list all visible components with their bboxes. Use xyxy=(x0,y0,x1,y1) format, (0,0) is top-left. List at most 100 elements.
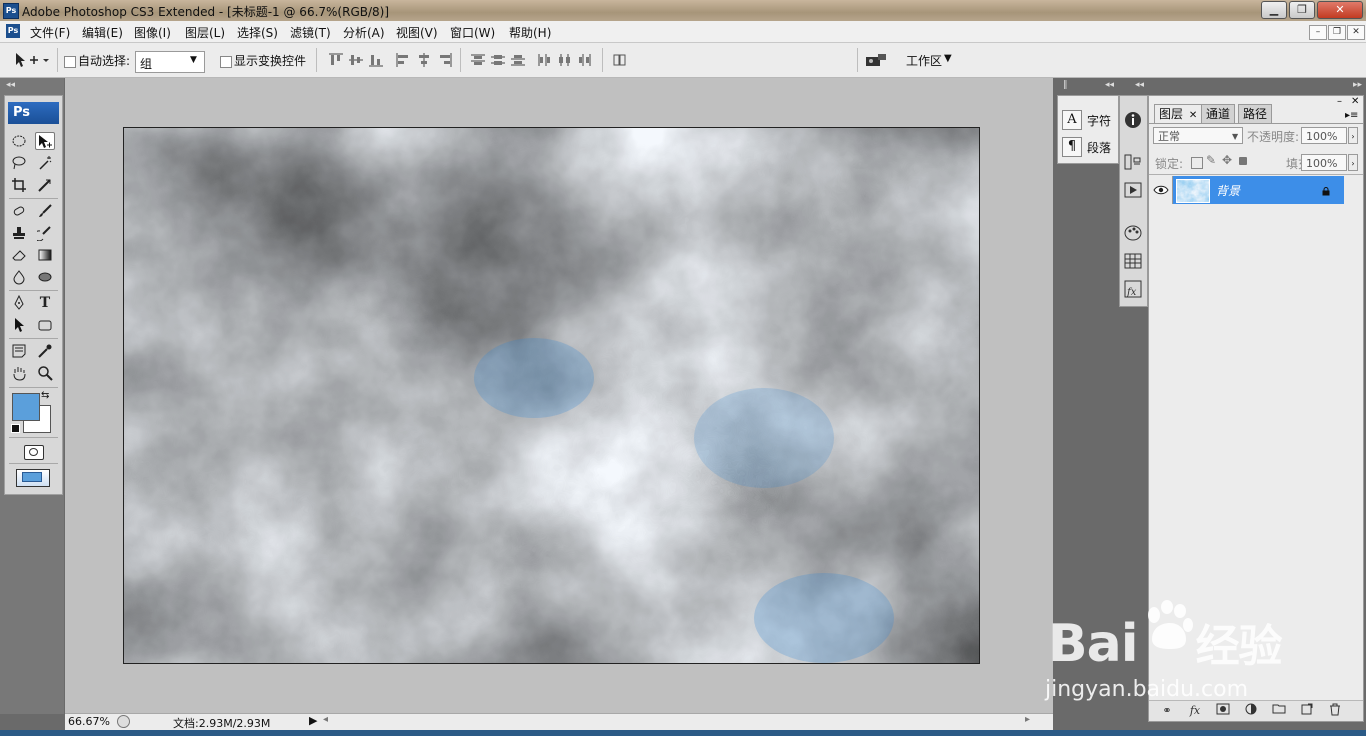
shape-tool-icon[interactable] xyxy=(35,316,55,334)
move-tool-preset-icon[interactable] xyxy=(12,51,50,69)
lock-transparent-icon[interactable] xyxy=(1191,157,1203,169)
paragraph-label[interactable]: 段落 xyxy=(1087,139,1111,156)
swap-colors-icon[interactable]: ⇆ xyxy=(41,390,49,401)
blur-tool-icon[interactable] xyxy=(9,268,29,286)
zoom-level[interactable]: 66.67% xyxy=(68,715,110,728)
styles-fx-icon[interactable]: fx xyxy=(1123,279,1143,299)
hand-tool-icon[interactable] xyxy=(9,364,29,382)
history-brush-tool-icon[interactable] xyxy=(33,224,55,242)
status-menu-arrow-icon[interactable]: ▶ xyxy=(309,714,317,727)
add-mask-icon[interactable] xyxy=(1215,703,1231,719)
minimize-button[interactable]: ▁ xyxy=(1261,1,1287,19)
menu-file[interactable]: 文件(F) xyxy=(30,24,70,41)
healing-brush-tool-icon[interactable] xyxy=(9,202,29,220)
collapse-arrows-icon[interactable]: ◂◂ xyxy=(1135,80,1144,90)
blend-mode-dropdown[interactable]: 正常 ▼ xyxy=(1153,127,1243,144)
foreground-color-swatch[interactable] xyxy=(12,393,40,421)
layer-style-fx-icon[interactable]: fx xyxy=(1187,703,1203,719)
magic-wand-tool-icon[interactable] xyxy=(35,154,55,172)
character-panel-icon[interactable]: A xyxy=(1062,110,1082,130)
align-hcenter-icon[interactable] xyxy=(416,53,432,67)
menu-layer[interactable]: 图层(L) xyxy=(185,24,225,41)
lock-pixels-icon[interactable]: ✎ xyxy=(1206,153,1216,167)
menu-edit[interactable]: 编辑(E) xyxy=(82,24,123,41)
tab-close-icon[interactable]: ✕ xyxy=(1189,110,1197,121)
expand-arrows-icon[interactable]: ▸▸ xyxy=(1353,80,1362,90)
pen-tool-icon[interactable] xyxy=(9,294,29,312)
grip-icon[interactable]: ‖ xyxy=(1063,80,1068,90)
fill-slider-arrow-icon[interactable]: › xyxy=(1348,154,1358,171)
panel-menu-icon[interactable]: ▸≡ xyxy=(1345,110,1358,121)
path-selection-tool-icon[interactable] xyxy=(9,316,29,334)
workspace-button[interactable]: 工作区 ▼ xyxy=(900,49,960,71)
auto-select-checkbox[interactable] xyxy=(64,56,76,68)
panel-close-icon[interactable]: ✕ xyxy=(1351,96,1359,107)
opacity-field[interactable]: 100% xyxy=(1301,127,1347,144)
screen-mode-icon[interactable] xyxy=(16,469,50,487)
align-right-icon[interactable] xyxy=(436,53,452,67)
type-tool-icon[interactable]: T xyxy=(35,294,55,312)
notes-tool-icon[interactable] xyxy=(9,342,29,360)
collapse-arrows-icon[interactable]: ◂◂ xyxy=(1105,80,1114,90)
doc-restore-button[interactable]: ❐ xyxy=(1328,25,1346,40)
bridge-icon[interactable] xyxy=(864,51,888,69)
delete-layer-icon[interactable] xyxy=(1327,703,1343,719)
status-info-icon[interactable] xyxy=(117,715,130,728)
align-bottom-icon[interactable] xyxy=(368,53,384,67)
actions-icon[interactable] xyxy=(1123,180,1143,200)
marquee-tool-icon[interactable] xyxy=(9,132,29,150)
doc-minimize-button[interactable]: – xyxy=(1309,25,1327,40)
show-transform-checkbox[interactable] xyxy=(220,56,232,68)
clone-stamp-tool-icon[interactable] xyxy=(9,224,29,242)
move-tool-icon[interactable] xyxy=(35,132,55,150)
auto-align-layers-icon[interactable] xyxy=(612,53,628,67)
quick-mask-icon[interactable] xyxy=(24,445,44,460)
menu-view[interactable]: 视图(V) xyxy=(396,24,438,41)
fill-field[interactable]: 100% xyxy=(1301,154,1347,171)
scroll-left-icon[interactable]: ◂ xyxy=(323,714,328,725)
menu-filter[interactable]: 滤镜(T) xyxy=(290,24,331,41)
scroll-right-icon[interactable]: ▸ xyxy=(1025,714,1030,725)
tab-paths[interactable]: 路径 xyxy=(1238,104,1273,123)
dodge-tool-icon[interactable] xyxy=(35,268,55,286)
default-colors-icon[interactable] xyxy=(11,424,20,433)
doc-close-button[interactable]: ✕ xyxy=(1347,25,1365,40)
info-icon[interactable] xyxy=(1123,110,1143,130)
adjustment-layer-icon[interactable] xyxy=(1243,703,1259,719)
menu-analysis[interactable]: 分析(A) xyxy=(343,24,385,41)
swatches-icon[interactable] xyxy=(1123,251,1143,271)
opacity-slider-arrow-icon[interactable]: › xyxy=(1348,127,1358,144)
layer-row-background[interactable]: 背景 xyxy=(1150,176,1344,204)
align-top-icon[interactable] xyxy=(328,53,344,67)
distribute-bottom-icon[interactable] xyxy=(510,53,526,67)
layer-name[interactable]: 背景 xyxy=(1216,182,1240,199)
lock-position-icon[interactable]: ✥ xyxy=(1222,153,1232,167)
menu-select[interactable]: 选择(S) xyxy=(237,24,278,41)
align-vcenter-icon[interactable] xyxy=(348,53,364,67)
align-left-icon[interactable] xyxy=(396,53,412,67)
tab-channels[interactable]: 通道 xyxy=(1201,104,1236,123)
new-layer-icon[interactable] xyxy=(1299,703,1315,719)
gradient-tool-icon[interactable] xyxy=(35,246,55,264)
menu-window[interactable]: 窗口(W) xyxy=(450,24,495,41)
eraser-tool-icon[interactable] xyxy=(9,246,29,264)
new-group-icon[interactable] xyxy=(1271,703,1287,719)
distribute-vcenter-icon[interactable] xyxy=(490,53,506,67)
character-label[interactable]: 字符 xyxy=(1087,112,1111,129)
brush-tool-icon[interactable] xyxy=(35,202,55,220)
auto-select-dropdown[interactable]: 组 ▼ xyxy=(135,51,205,73)
panel-minimize-icon[interactable]: – xyxy=(1337,96,1342,107)
color-palette-icon[interactable] xyxy=(1123,223,1143,243)
crop-tool-icon[interactable] xyxy=(9,176,29,194)
eyedropper-tool-icon[interactable] xyxy=(35,342,55,360)
menu-image[interactable]: 图像(I) xyxy=(134,24,171,41)
lock-all-icon[interactable] xyxy=(1239,157,1247,165)
layer-visibility-toggle[interactable] xyxy=(1150,176,1173,204)
menu-help[interactable]: 帮助(H) xyxy=(509,24,551,41)
tab-layers[interactable]: 图层 ✕ xyxy=(1154,104,1203,123)
document-image-clouds[interactable] xyxy=(123,127,980,664)
link-layers-icon[interactable]: ⚭ xyxy=(1159,703,1175,719)
paragraph-panel-icon[interactable]: ¶ xyxy=(1062,137,1082,157)
zoom-tool-icon[interactable] xyxy=(35,364,55,382)
distribute-left-icon[interactable] xyxy=(537,53,553,67)
